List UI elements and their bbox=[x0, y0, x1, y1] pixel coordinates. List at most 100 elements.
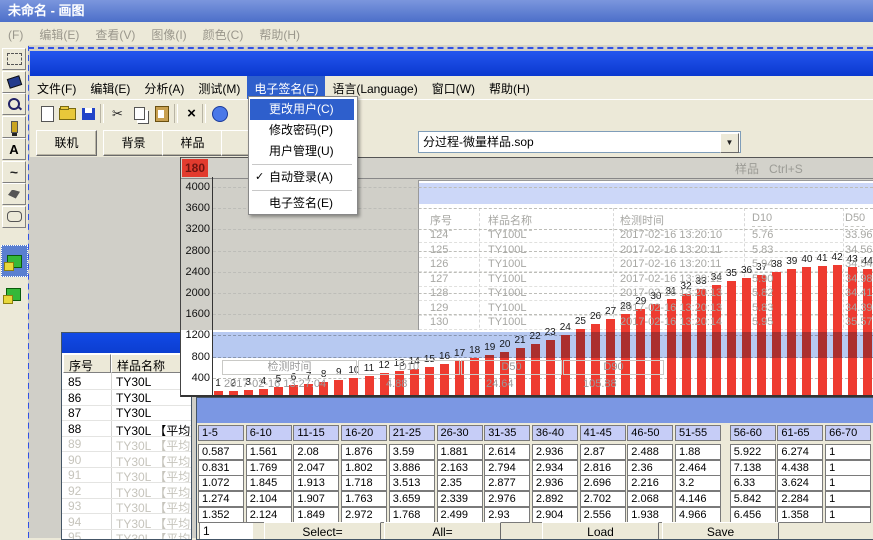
history-cell: TY100L bbox=[488, 229, 527, 241]
paint-menu-item[interactable]: 颜色(C) bbox=[195, 22, 252, 43]
history-cell: 2017-02-16 13:20:11 bbox=[620, 244, 721, 256]
object-3d-selected-button[interactable] bbox=[1, 245, 28, 277]
tool-text-button[interactable]: A bbox=[2, 138, 26, 160]
button-Select[interactable]: Select= bbox=[264, 522, 381, 540]
bar-4 bbox=[259, 389, 268, 395]
sample-list-num: 94 bbox=[68, 515, 81, 529]
tool-rounded-rectangle-button[interactable] bbox=[2, 206, 26, 228]
y-tick-label: 2000 bbox=[181, 287, 210, 299]
dist-cell: 2.047 bbox=[293, 460, 339, 476]
app-button-背景[interactable]: 背景 bbox=[103, 130, 164, 156]
dist-cell: 1.938 bbox=[627, 507, 673, 523]
dist-col-header-6-10: 6-10 bbox=[246, 425, 292, 441]
result-header-D90: D90 bbox=[563, 360, 664, 375]
distribution-title-bar[interactable] bbox=[197, 398, 873, 423]
y-tick-label: 2400 bbox=[181, 266, 210, 278]
sample-list-column-line bbox=[111, 373, 112, 539]
history-cell: TY100L bbox=[488, 316, 527, 328]
app-title-bar[interactable] bbox=[30, 51, 873, 76]
sample-list-name: TY30L bbox=[116, 391, 151, 405]
tool-curve-button[interactable]: ~ bbox=[2, 161, 26, 183]
result-header-D50: D50 bbox=[461, 360, 562, 375]
paint-menu-item[interactable]: 查看(V) bbox=[87, 22, 143, 43]
delete-x-button[interactable]: × bbox=[182, 104, 201, 123]
dist-cell: 2.702 bbox=[580, 491, 626, 507]
dist-cell: 1.768 bbox=[389, 507, 435, 523]
sample-list-name: TY30L bbox=[116, 375, 151, 389]
tool-rect-select-button[interactable] bbox=[2, 48, 26, 70]
dist-cell: 1 bbox=[825, 475, 871, 491]
dist-cell: 1.561 bbox=[246, 444, 292, 460]
dist-cell: 2.104 bbox=[246, 491, 292, 507]
history-cell: 2017-02-16 13:20:10 bbox=[620, 229, 722, 241]
app-button-样品[interactable]: 样品 bbox=[162, 130, 223, 156]
tool-magnifier-button[interactable] bbox=[2, 93, 26, 115]
app-menu-2[interactable]: 编辑(E) bbox=[83, 76, 137, 100]
dist-col-header-41-45: 41-45 bbox=[580, 425, 626, 441]
combobox-dropdown-icon[interactable]: ▼ bbox=[720, 133, 739, 153]
dist-col-header-11-15: 11-15 bbox=[293, 425, 339, 441]
object-3d-button[interactable] bbox=[1, 279, 26, 309]
menu-item-修改密码(P)[interactable]: 修改密码(P) bbox=[250, 120, 354, 141]
button-Load[interactable]: Load bbox=[542, 522, 659, 540]
paint-menu-item[interactable]: (F) bbox=[0, 24, 31, 42]
dist-cell: 2.216 bbox=[627, 475, 673, 491]
sample-list-title-bar[interactable] bbox=[62, 333, 191, 353]
save-button[interactable] bbox=[79, 104, 98, 123]
toolbar-separator bbox=[202, 104, 206, 123]
open-folder-button[interactable] bbox=[58, 104, 77, 123]
brush-icon bbox=[11, 121, 18, 133]
tool-polygon-button[interactable] bbox=[2, 183, 26, 205]
menu-item-用户管理(U)[interactable]: 用户管理(U) bbox=[250, 141, 354, 162]
history-cell: 5.95 bbox=[752, 316, 773, 328]
dist-cell: 2.904 bbox=[532, 507, 578, 523]
dist-cell: 2.339 bbox=[437, 491, 483, 507]
history-cell: 2017-02-16 13:20:11 bbox=[620, 258, 721, 270]
dist-cell: 2.972 bbox=[341, 507, 387, 523]
dist-cell: 2.936 bbox=[532, 444, 578, 460]
app-menu-4[interactable]: 测试(M) bbox=[191, 76, 247, 100]
result-value: 24.64 bbox=[486, 378, 514, 390]
save-icon bbox=[82, 108, 95, 120]
new-document-button[interactable] bbox=[38, 104, 57, 123]
dist-cell: 1.881 bbox=[437, 444, 483, 460]
cut-button[interactable]: ✂ bbox=[108, 104, 127, 123]
dist-cell: 1 bbox=[825, 460, 871, 476]
app-button-联机[interactable]: 联机 bbox=[36, 130, 97, 156]
paste-button[interactable] bbox=[152, 104, 171, 123]
app-menu-7[interactable]: 窗口(W) bbox=[425, 76, 482, 100]
globe-button[interactable] bbox=[210, 104, 229, 123]
history-cell: TY100L bbox=[488, 244, 527, 256]
open-folder-icon bbox=[59, 108, 76, 120]
checkmark-icon: ✓ bbox=[255, 167, 267, 188]
sample-list-num: 95 bbox=[68, 530, 81, 540]
tool-brush-button[interactable] bbox=[2, 116, 26, 138]
dist-cell: 1 bbox=[825, 444, 871, 460]
dist-col-header-56-60: 56-60 bbox=[730, 425, 776, 441]
paint-menu-item[interactable]: 图像(I) bbox=[143, 22, 194, 43]
sop-file-combobox[interactable]: 分过程-微量样品.sop ▼ bbox=[418, 131, 741, 153]
count-input[interactable]: 1 bbox=[199, 522, 253, 540]
polygon-icon bbox=[8, 190, 20, 199]
tool-fill-color-button[interactable] bbox=[2, 71, 26, 93]
dist-cell: 1.718 bbox=[341, 475, 387, 491]
dist-cell: 3.513 bbox=[389, 475, 435, 491]
button-Save[interactable]: Save bbox=[662, 522, 779, 540]
app-menu-3[interactable]: 分析(A) bbox=[137, 76, 191, 100]
dist-col-header-66-70: 66-70 bbox=[825, 425, 871, 441]
history-cell: TY100L bbox=[488, 287, 527, 299]
menu-item-自动登录(A)[interactable]: 自动登录(A)✓ bbox=[250, 167, 354, 188]
dist-cell: 0.587 bbox=[198, 444, 244, 460]
menu-item-电子签名(E)[interactable]: 电子签名(E) bbox=[250, 193, 354, 214]
app-menu-1[interactable]: 文件(F) bbox=[30, 76, 83, 100]
copy-button[interactable] bbox=[130, 104, 149, 123]
bar-9 bbox=[334, 380, 343, 395]
dist-cell: 1 bbox=[825, 507, 871, 523]
button-All[interactable]: All= bbox=[384, 522, 501, 540]
history-cell: 130 bbox=[430, 316, 448, 328]
paint-menu-item[interactable]: 帮助(H) bbox=[251, 22, 308, 43]
paint-menu-item[interactable]: 编辑(E) bbox=[31, 22, 87, 43]
menu-item-更改用户(C)[interactable]: 更改用户(C) bbox=[250, 99, 354, 120]
history-cell: 34.98 bbox=[845, 273, 873, 285]
app-menu-8[interactable]: 帮助(H) bbox=[482, 76, 537, 100]
